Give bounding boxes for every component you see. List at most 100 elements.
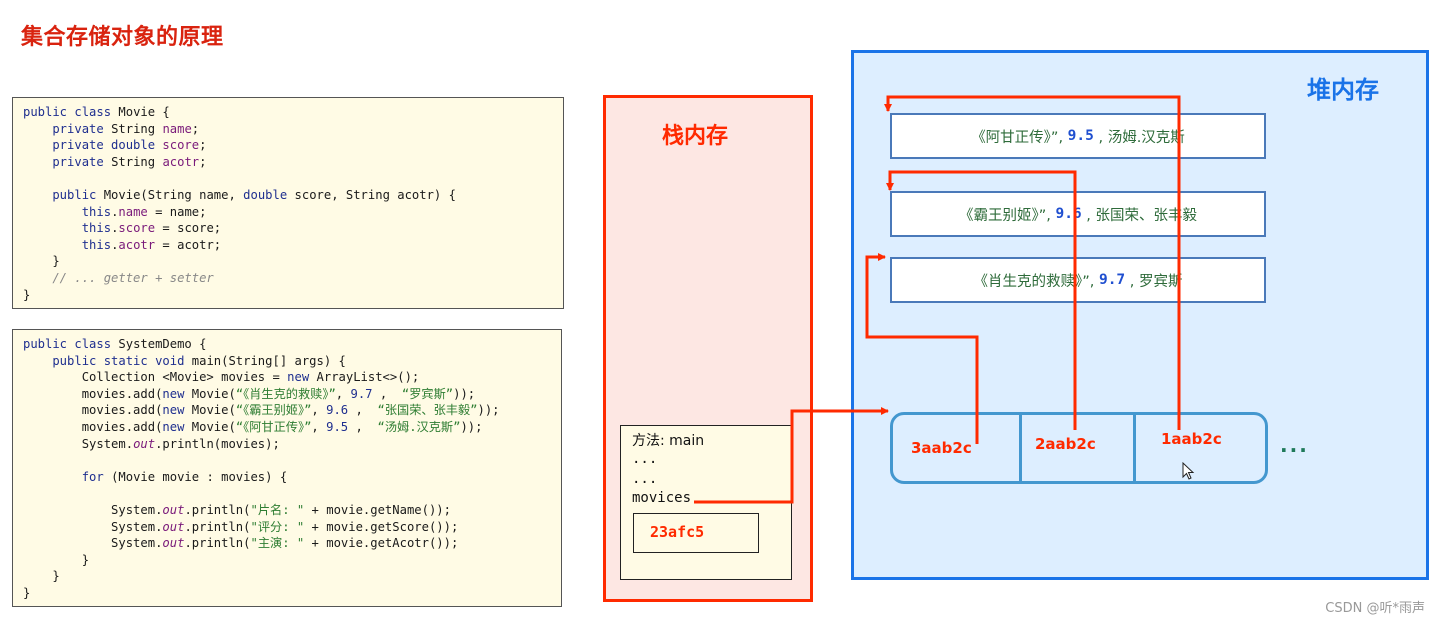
frame-method-label: 方法: main xyxy=(632,433,705,449)
code-token: “《肖生克的救赎》” xyxy=(235,386,336,401)
code-line: public class SystemDemo { xyxy=(23,336,551,353)
code-token: ; xyxy=(191,121,200,136)
code-line: System.out.println("评分: " + movie.getSco… xyxy=(23,519,551,536)
code-token: = score; xyxy=(155,221,222,236)
heap-memory-panel: 堆内存 《阿甘正传》”, 9.5 , 汤姆.汉克斯 《霸王别姬》”, 9.6 ,… xyxy=(851,50,1429,580)
page-title: 集合存储对象的原理 xyxy=(21,25,224,50)
code-token: System. xyxy=(23,502,163,517)
code-token: , xyxy=(311,419,327,434)
code-line: this.name = name; xyxy=(23,204,553,221)
code-token: public class xyxy=(23,105,119,119)
code-token: acotr xyxy=(118,237,156,252)
code-token: public static void xyxy=(23,353,192,368)
mouse-cursor-icon xyxy=(1182,462,1195,480)
code-token: String xyxy=(111,121,163,136)
code-token: score xyxy=(162,138,200,153)
code-token: Movie(String name, xyxy=(103,187,244,202)
code-line: } xyxy=(23,287,553,304)
code-token: = acotr; xyxy=(155,237,222,252)
code-token: + movie.getName()); xyxy=(304,502,451,517)
code-line: } xyxy=(23,552,551,569)
code-token: "主演: " xyxy=(250,536,305,551)
code-token: “汤姆.汉克斯” xyxy=(377,419,461,434)
code-line: System.out.println("片名: " + movie.getNam… xyxy=(23,502,551,519)
code-token: private xyxy=(23,121,112,136)
list-cell-address: 3aab2c xyxy=(911,439,972,457)
frame-dots: ... xyxy=(632,471,658,487)
code-line: } xyxy=(23,253,553,270)
reference-box: 23afc5 xyxy=(633,513,759,553)
code-token: // ... getter + setter xyxy=(23,270,214,285)
code-token: “《阿甘正传》” xyxy=(235,419,312,434)
code-token: public xyxy=(23,187,104,202)
code-line: private String acotr; xyxy=(23,154,553,171)
code-token: ; xyxy=(199,138,207,153)
movie-object: 《阿甘正传》”, 9.5 , 汤姆.汉克斯 xyxy=(890,113,1266,159)
code-token: "片名: " xyxy=(250,502,305,517)
code-token: , xyxy=(311,403,327,418)
code-line: movies.add(new Movie(“《阿甘正传》”, 9.5 , “汤姆… xyxy=(23,419,551,436)
movie-name: 《肖生克的救赎》”, xyxy=(973,273,1099,290)
watermark: CSDN @听*雨声 xyxy=(1325,601,1425,616)
code-line: movies.add(new Movie(“《肖生克的救赎》”, 9.7 , “… xyxy=(23,386,551,403)
movie-object: 《霸王别姬》”, 9.6 , 张国荣、张丰毅 xyxy=(890,191,1266,237)
code-token: main(String[] args) { xyxy=(191,353,346,368)
code-token: 9.7 xyxy=(350,386,373,401)
code-token: score xyxy=(118,221,156,236)
reference-address: 23afc5 xyxy=(650,523,705,541)
code-token: score, String acotr) { xyxy=(294,187,456,202)
code-token: out xyxy=(162,502,185,517)
stack-title: 栈内存 xyxy=(662,124,729,149)
code-line: Collection <Movie> movies = new ArrayLis… xyxy=(23,369,551,386)
code-token: System. xyxy=(23,519,163,534)
code-token: .println( xyxy=(184,519,251,534)
movie-actor: , 张国荣、张丰毅 xyxy=(1081,207,1197,224)
code-token: new xyxy=(287,370,317,385)
cell-divider xyxy=(1019,415,1022,481)
movie-name: 《阿甘正传》”, xyxy=(971,129,1068,146)
code-line: private double score; xyxy=(23,137,553,154)
code-token: movies.add( xyxy=(23,403,163,418)
code-line: this.score = score; xyxy=(23,220,553,237)
code-token: for xyxy=(23,469,112,484)
code-line: public static void main(String[] args) { xyxy=(23,353,551,370)
code-line: public Movie(String name, double score, … xyxy=(23,187,553,204)
code-token: private xyxy=(23,154,112,169)
movie-name: 《霸王别姬》”, xyxy=(958,207,1056,224)
code-token: this xyxy=(23,221,112,236)
code-token: movies.add( xyxy=(23,386,163,401)
arraylist-container: 3aab2c 2aab2c 1aab2c xyxy=(890,412,1268,484)
code-token: this xyxy=(23,237,112,252)
movie-score: 9.5 xyxy=(1067,128,1094,144)
code-token: )); xyxy=(453,386,476,401)
main-method-frame: 方法: main ... ... movices 23afc5 xyxy=(620,425,792,580)
code-token: )); xyxy=(477,403,500,418)
code-token: System. xyxy=(23,536,163,551)
code-line: movies.add(new Movie(“《霸王别姬》”, 9.6 , “张国… xyxy=(23,402,551,419)
code-line: this.acotr = acotr; xyxy=(23,237,553,254)
heap-title: 堆内存 xyxy=(1307,76,1379,104)
code-token: )); xyxy=(460,419,483,434)
list-more-ellipsis: ... xyxy=(1280,433,1309,457)
code-token: name xyxy=(162,121,192,136)
code-token: acotr xyxy=(162,154,200,169)
code-token: , xyxy=(335,386,351,401)
code-token: 9.6 xyxy=(326,403,349,418)
code-token: } xyxy=(23,552,90,567)
code-line: public class Movie { xyxy=(23,104,553,121)
code-token: = name; xyxy=(147,204,207,219)
code-token: + movie.getScore()); xyxy=(304,519,459,534)
movie-class-code: public class Movie { private String name… xyxy=(12,97,564,309)
code-token: System. xyxy=(23,436,134,451)
code-token: ; xyxy=(199,154,207,169)
list-cell-address: 1aab2c xyxy=(1161,430,1222,448)
code-token: , xyxy=(348,403,378,418)
code-token: .println( xyxy=(184,536,251,551)
cell-divider xyxy=(1133,415,1136,481)
code-token: , xyxy=(372,386,402,401)
code-token: } xyxy=(23,585,31,600)
code-token: (Movie movie : movies) { xyxy=(111,469,288,484)
code-token: “罗宾斯” xyxy=(401,386,454,401)
